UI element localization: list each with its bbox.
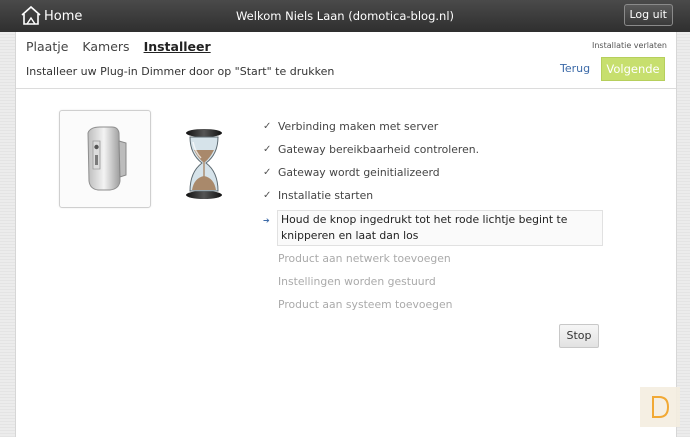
divider	[16, 88, 676, 89]
step-item: Product aan systeem toevoegen	[263, 297, 603, 320]
welcome-text: Welkom Niels Laan (domotica-blog.nl)	[235, 9, 454, 23]
next-button[interactable]: Volgende	[601, 57, 665, 81]
leave-installation-link[interactable]: Installatie verlaten	[592, 41, 667, 50]
domotica-logo-icon	[652, 396, 670, 418]
checkmark-icon: ✓	[263, 144, 272, 155]
step-item: Instellingen worden gestuurd	[263, 274, 603, 297]
step-text: Installatie starten	[278, 189, 374, 202]
checkmark-icon: ✓	[263, 167, 272, 178]
step-item-current: ➔ Houd de knop ingedrukt tot het rode li…	[263, 210, 603, 249]
step-text: Houd de knop ingedrukt tot het rode lich…	[277, 210, 603, 246]
step-item: ✓ Verbinding maken met server	[263, 119, 603, 142]
step-text: Gateway wordt geinitializeerd	[278, 166, 440, 179]
checkmark-icon: ✓	[263, 121, 272, 132]
plug-in-dimmer-image	[87, 126, 127, 191]
tab-kamers[interactable]: Kamers	[82, 39, 129, 54]
arrow-right-icon: ➔	[263, 216, 270, 225]
instruction-text: Installeer uw Plug-in Dimmer door op "St…	[26, 65, 335, 78]
step-item: Product aan netwerk toevoegen	[263, 251, 603, 274]
step-text: Gateway bereikbaarheid controleren.	[278, 143, 480, 156]
logout-button[interactable]: Log uit	[623, 4, 673, 26]
step-text: Instellingen worden gestuurd	[278, 275, 436, 288]
step-text: Product aan netwerk toevoegen	[278, 252, 451, 265]
step-text: Verbinding maken met server	[278, 120, 439, 133]
tab-plaatje[interactable]: Plaatje	[26, 39, 68, 54]
back-button[interactable]: Terug	[560, 62, 590, 75]
step-item: ✓ Installatie starten	[263, 188, 603, 211]
hourglass-icon	[186, 129, 222, 199]
step-text: Product aan systeem toevoegen	[278, 298, 453, 311]
checkmark-icon: ✓	[263, 190, 272, 201]
step-item: ✓ Gateway wordt geinitializeerd	[263, 165, 603, 188]
tab-installeer[interactable]: Installeer	[144, 39, 211, 54]
logo-badge	[640, 387, 680, 427]
installation-steps: ✓ Verbinding maken met server ✓ Gateway …	[263, 119, 603, 320]
top-bar: Home Welkom Niels Laan (domotica-blog.nl…	[0, 0, 690, 32]
step-item: ✓ Gateway bereikbaarheid controleren.	[263, 142, 603, 165]
stop-button[interactable]: Stop	[559, 324, 599, 348]
main-panel: Plaatje Kamers Installeer Installatie ve…	[15, 32, 677, 437]
product-image-frame	[59, 110, 151, 208]
tab-bar: Plaatje Kamers Installeer	[26, 39, 225, 54]
